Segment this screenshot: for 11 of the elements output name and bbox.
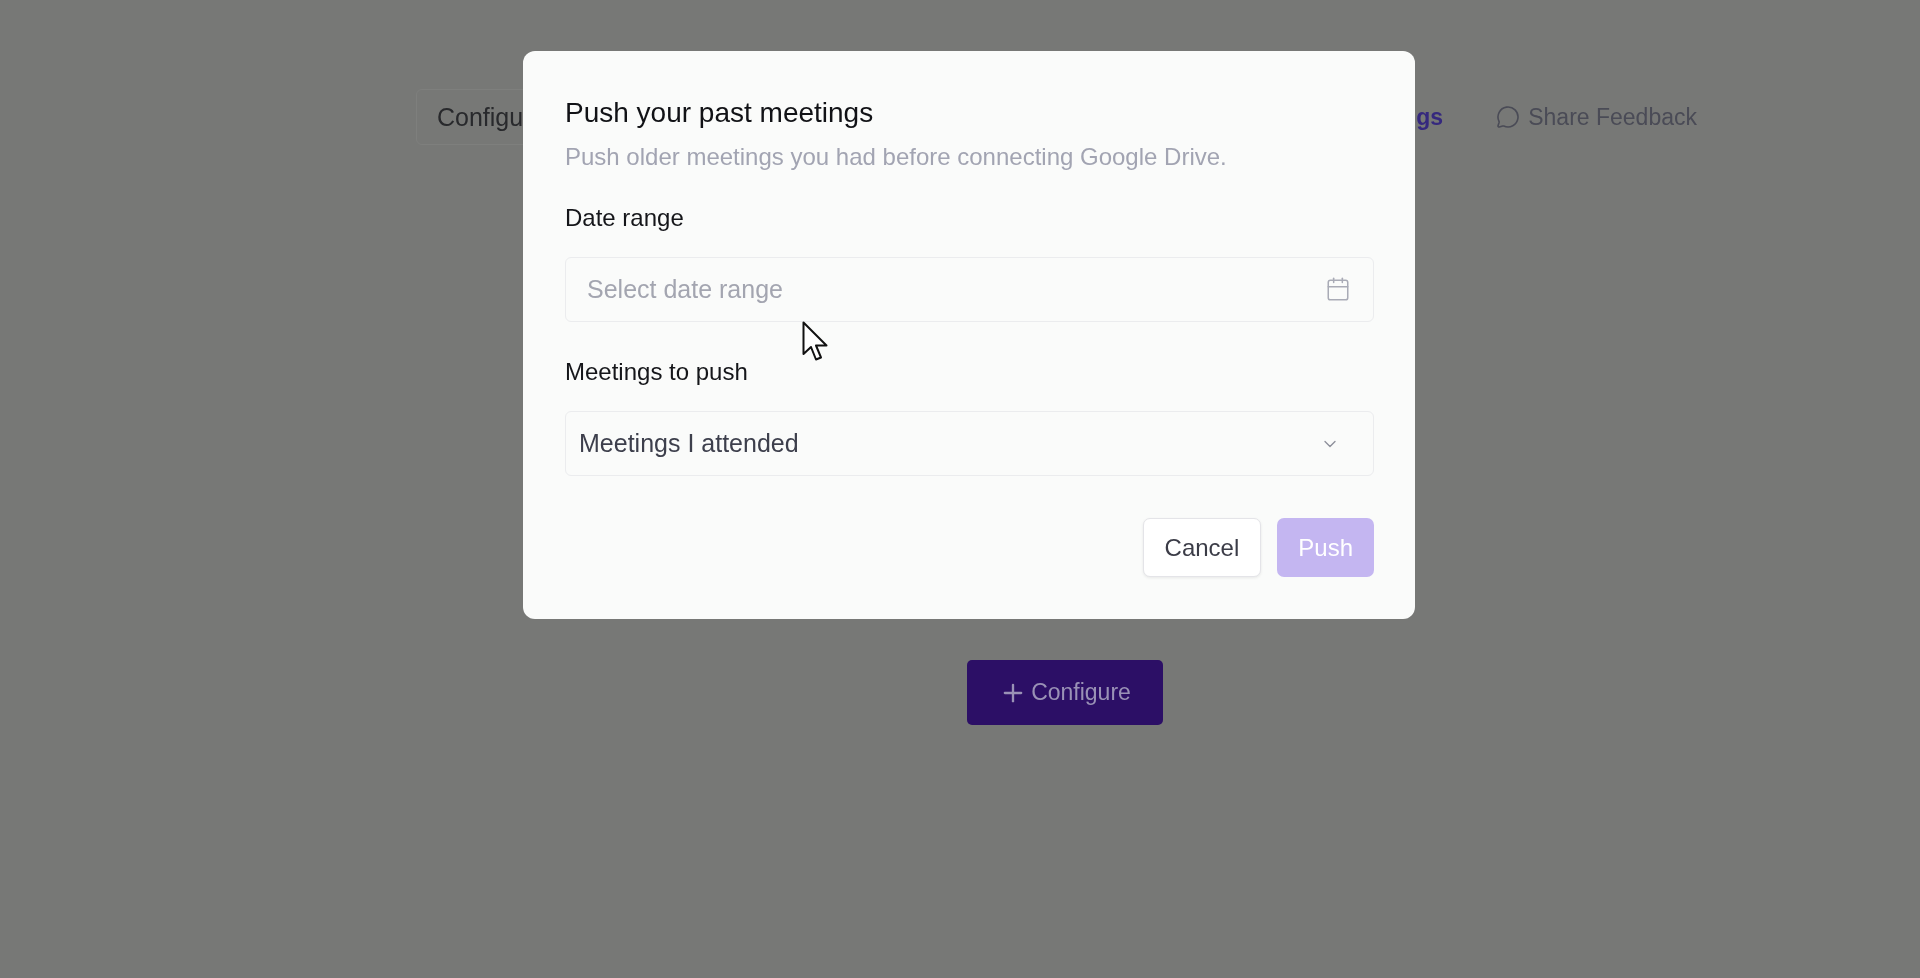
tab[interactable]: gs	[1416, 89, 1443, 145]
field-label: Date range	[565, 204, 685, 232]
cancel-button[interactable]: Cancel	[1142, 518, 1262, 577]
meetings-select[interactable]: Meetings I attended	[565, 411, 1374, 476]
configure-button[interactable]: Configure	[967, 660, 1163, 725]
dialog-description: Push older meetings you had before connecting Google Drive.	[565, 143, 1228, 171]
date-range-field[interactable]: Select date range	[565, 257, 1374, 322]
speech-bubble-icon	[1496, 105, 1521, 129]
mouse-pointer-icon	[802, 321, 830, 362]
calendar-icon	[1325, 276, 1351, 302]
field-label: Meetings to push	[565, 358, 749, 386]
